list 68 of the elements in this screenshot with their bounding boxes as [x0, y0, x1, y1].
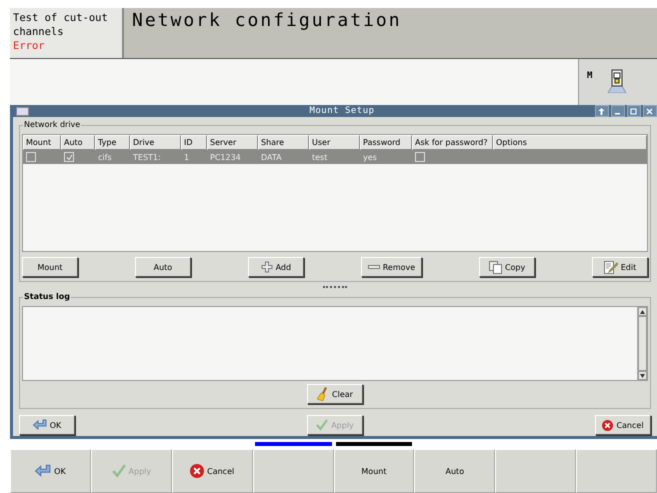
error-text: Error — [13, 39, 46, 53]
cancel-icon — [602, 420, 614, 430]
id-cell: 1 — [184, 152, 190, 162]
scroll-up-button[interactable] — [638, 307, 647, 316]
column-header[interactable]: Auto — [61, 135, 95, 150]
dialog-title: Mount Setup — [308, 106, 375, 116]
action-button[interactable]: Mount — [22, 257, 78, 277]
raise-button[interactable] — [594, 105, 609, 117]
checkbox[interactable] — [415, 152, 425, 162]
return-arrow-icon — [35, 464, 52, 478]
password-cell: yes — [363, 152, 377, 162]
action-button[interactable]: Copy — [479, 257, 536, 277]
column-header[interactable]: Drive — [130, 135, 181, 150]
softkey[interactable]: Cancel — [172, 449, 253, 493]
scrollbar[interactable] — [637, 307, 647, 380]
type-cell: cifs — [98, 152, 112, 162]
dialog-button[interactable]: Cancel — [595, 415, 651, 435]
softkey[interactable]: OK — [10, 449, 91, 493]
user-cell: test — [312, 152, 328, 162]
server-cell: PC1234 — [210, 152, 241, 162]
share-cell: DATA — [261, 152, 282, 162]
column-header[interactable]: Share — [258, 135, 309, 150]
column-header[interactable]: ID — [181, 135, 207, 150]
plus-icon — [260, 261, 273, 273]
channel-status-text: Test of cut-out channels — [13, 11, 109, 39]
checkbox[interactable] — [64, 152, 74, 162]
return-arrow-icon — [32, 419, 47, 431]
up-arrow-icon — [598, 108, 606, 114]
clear-button[interactable]: Clear — [307, 384, 363, 404]
copy-icon — [488, 260, 502, 274]
action-button[interactable]: Add — [248, 257, 304, 277]
close-button[interactable] — [642, 105, 657, 117]
up-triangle-icon — [640, 310, 645, 314]
minimize-button[interactable] — [610, 105, 625, 117]
action-button[interactable]: Edit — [592, 257, 648, 277]
close-icon — [646, 108, 654, 114]
mode-label: M — [587, 71, 592, 81]
softkey[interactable]: Auto — [414, 449, 496, 493]
scroll-down-button[interactable] — [638, 371, 647, 380]
column-header[interactable]: Ask for password? — [412, 135, 493, 150]
column-header[interactable]: Options — [493, 135, 647, 150]
screen-title: Network configuration — [132, 10, 402, 31]
group-legend: Network drive — [23, 120, 82, 129]
column-header[interactable]: Type — [95, 135, 130, 150]
maximize-icon — [630, 108, 638, 114]
action-button[interactable]: Remove — [360, 257, 422, 277]
machine-tool-icon — [606, 69, 628, 93]
group-legend: Status log — [23, 292, 72, 301]
cancel-icon — [190, 464, 204, 478]
column-header[interactable]: Server — [207, 135, 258, 150]
check-icon — [66, 154, 72, 160]
pencil-paper-icon — [604, 260, 618, 274]
checkmark-icon — [112, 464, 126, 478]
drive-cell: TEST1: — [133, 152, 161, 162]
checkbox[interactable] — [26, 152, 36, 162]
window-menu-button[interactable] — [16, 106, 29, 116]
minus-icon — [368, 264, 380, 270]
checkmark-icon — [316, 419, 328, 431]
column-header[interactable]: Mount — [23, 135, 61, 150]
column-header[interactable]: Password — [360, 135, 412, 150]
column-header[interactable]: User — [309, 135, 360, 150]
maximize-button[interactable] — [626, 105, 641, 117]
broom-icon — [317, 387, 330, 401]
splitter-handle[interactable] — [323, 286, 347, 291]
dialog-button[interactable]: OK — [19, 415, 75, 435]
down-triangle-icon — [640, 374, 645, 378]
softkey[interactable]: Mount — [334, 449, 414, 493]
action-button[interactable]: Auto — [134, 257, 191, 277]
